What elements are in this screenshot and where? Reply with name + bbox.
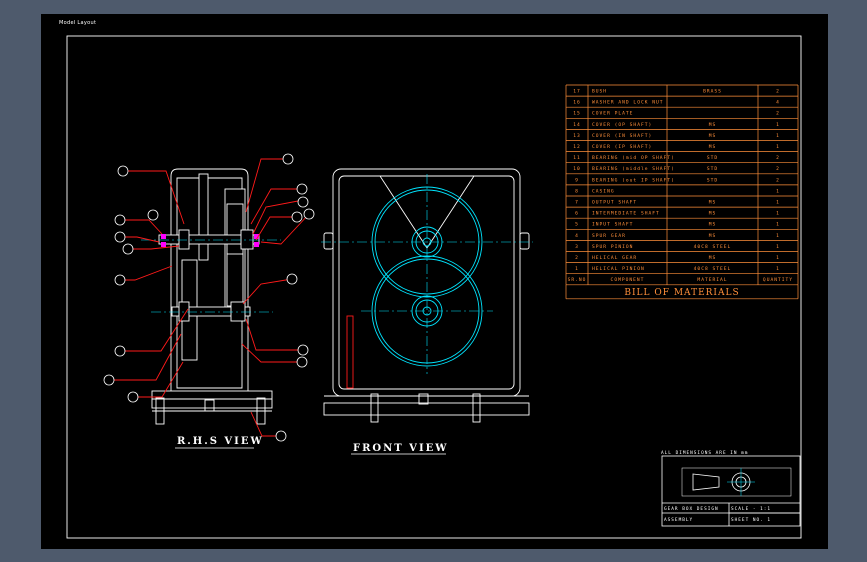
bom-row-no: 9 bbox=[575, 177, 579, 183]
bom-row-no: 8 bbox=[575, 188, 579, 194]
bom-header-material: MATERIAL bbox=[697, 277, 727, 283]
bom-row-no: 17 bbox=[573, 89, 581, 95]
bom-row-name: BEARING (out IP SHAFT) bbox=[592, 177, 675, 183]
bom-row-name: OUTPUT SHAFT bbox=[592, 200, 637, 206]
bom-header-no: SR.NO bbox=[568, 277, 587, 283]
bom-row-name: COVER (IP SHAFT) bbox=[592, 144, 652, 150]
bom-table: 17 BUSH BRASS 216 WASHER AND LOCK NUT 415 COVE… bbox=[565, 84, 799, 300]
bom-row-material: MS bbox=[709, 233, 717, 239]
bom-row-material: STD bbox=[707, 155, 718, 161]
bom-row-name: HELICAL GEAR bbox=[592, 255, 637, 261]
bom-row-qty: 1 bbox=[776, 200, 780, 206]
front-base-plate bbox=[323, 402, 530, 416]
bom-row-material: MS bbox=[709, 200, 717, 206]
bom-row-name: BEARING (mid OP SHAFT) bbox=[592, 155, 675, 161]
bom-row-qty: 1 bbox=[776, 211, 780, 217]
bom-row-material: 40C8 STEEL bbox=[694, 244, 732, 250]
bom-row-qty: 2 bbox=[776, 111, 780, 117]
bom-row-qty: 2 bbox=[776, 89, 780, 95]
front-casing bbox=[332, 168, 521, 397]
bom-row-qty: 1 bbox=[776, 133, 780, 139]
bom-row-name: BEARING (middle SHAFT) bbox=[592, 166, 675, 172]
bom-row-material: MS bbox=[709, 255, 717, 261]
bom-row-material: MS bbox=[709, 122, 717, 128]
bom-row-name: COVER PLATE bbox=[592, 111, 633, 117]
bom-row-no: 1 bbox=[575, 266, 579, 272]
title-scale: SCALE - 1:1 bbox=[731, 506, 771, 512]
bom-row-no: 3 bbox=[575, 244, 579, 250]
bom-row-qty: 1 bbox=[776, 188, 780, 194]
bom-row-no: 16 bbox=[573, 100, 581, 106]
bom-row-no: 10 bbox=[573, 166, 581, 172]
bom-row-no: 4 bbox=[575, 233, 579, 239]
bom-row-no: 13 bbox=[573, 133, 581, 139]
bom-title: BILL OF MATERIALS bbox=[624, 288, 739, 298]
bom-row-material: 40C8 STEEL bbox=[694, 266, 732, 272]
bom-row-no: 11 bbox=[573, 155, 581, 161]
bom-row-no: 14 bbox=[573, 122, 581, 128]
bom-row-qty: 1 bbox=[776, 255, 780, 261]
bom-row-name: SPUR GEAR bbox=[592, 233, 626, 239]
bom-row-qty: 1 bbox=[776, 122, 780, 128]
bom-row-qty: 2 bbox=[776, 177, 780, 183]
bom-row-material: STD bbox=[707, 177, 718, 183]
bom-row-material: STD bbox=[707, 166, 718, 172]
bom-row-material: MS bbox=[709, 222, 717, 228]
title-sheet: SHEET NO. 1 bbox=[731, 517, 771, 523]
bom-row-qty: 1 bbox=[776, 266, 780, 272]
oil-level-gauge bbox=[346, 315, 354, 389]
bom-row-name: WASHER AND LOCK NUT bbox=[592, 100, 664, 106]
bom-header-qty: QUANTITY bbox=[763, 277, 793, 283]
rhs-base-plate bbox=[151, 390, 273, 409]
rhs-centerlines bbox=[141, 239, 281, 313]
front-view-title: FRONT VIEW bbox=[353, 443, 448, 454]
bom-row-qty: 4 bbox=[776, 100, 780, 106]
bom-row-material: MS bbox=[709, 133, 717, 139]
rhs-view-title: R.H.S VIEW bbox=[177, 436, 264, 447]
projection-cone-symbol bbox=[692, 473, 720, 491]
bom-row-name: COVER (IN SHAFT) bbox=[592, 133, 652, 139]
title-assembly: ASSEMBLY bbox=[664, 517, 693, 523]
bom-row-qty: 1 bbox=[776, 233, 780, 239]
title-block bbox=[661, 455, 801, 527]
drawing-sheet: Model Layout R.H.S VIEW FRONT VIEW 17 BU… bbox=[41, 14, 828, 549]
bom-header-name: COMPONENT bbox=[611, 277, 645, 283]
bom-row-name: INTERMEDIATE SHAFT bbox=[592, 211, 660, 217]
bom-row-material: BRASS bbox=[703, 89, 722, 95]
bom-row-name: SPUR PINION bbox=[592, 244, 633, 250]
bom-row-name: COVER (OP SHAFT) bbox=[592, 122, 652, 128]
bom-row-qty: 1 bbox=[776, 244, 780, 250]
front-view bbox=[323, 168, 530, 423]
bom-row-no: 5 bbox=[575, 222, 579, 228]
bom-row-name: BUSH bbox=[592, 89, 607, 95]
bom-row-qty: 2 bbox=[776, 155, 780, 161]
bom-row-qty: 2 bbox=[776, 166, 780, 172]
bom-row-name: INPUT SHAFT bbox=[592, 222, 633, 228]
bom-row-no: 6 bbox=[575, 211, 579, 217]
bom-row-no: 12 bbox=[573, 144, 581, 150]
bom-row-material: MS bbox=[709, 211, 717, 217]
dimension-note: ALL DIMENSIONS ARE IN mm bbox=[661, 450, 748, 456]
bom-row-name: CASING bbox=[592, 188, 615, 194]
title-design: GEAR BOX DESIGN bbox=[664, 506, 719, 512]
drawing-canvas: R.H.S VIEW FRONT VIEW 17 BUSH BRASS 216 … bbox=[66, 35, 802, 539]
bom-row-material: MS bbox=[709, 144, 717, 150]
bom-row-no: 2 bbox=[575, 255, 579, 261]
bom-row-no: 15 bbox=[573, 111, 581, 117]
bom-row-qty: 1 bbox=[776, 222, 780, 228]
bom-row-no: 7 bbox=[575, 200, 579, 206]
bom-row-name: HELICAL PINION bbox=[592, 266, 645, 272]
bom-row-qty: 1 bbox=[776, 144, 780, 150]
rhs-view bbox=[151, 168, 273, 425]
